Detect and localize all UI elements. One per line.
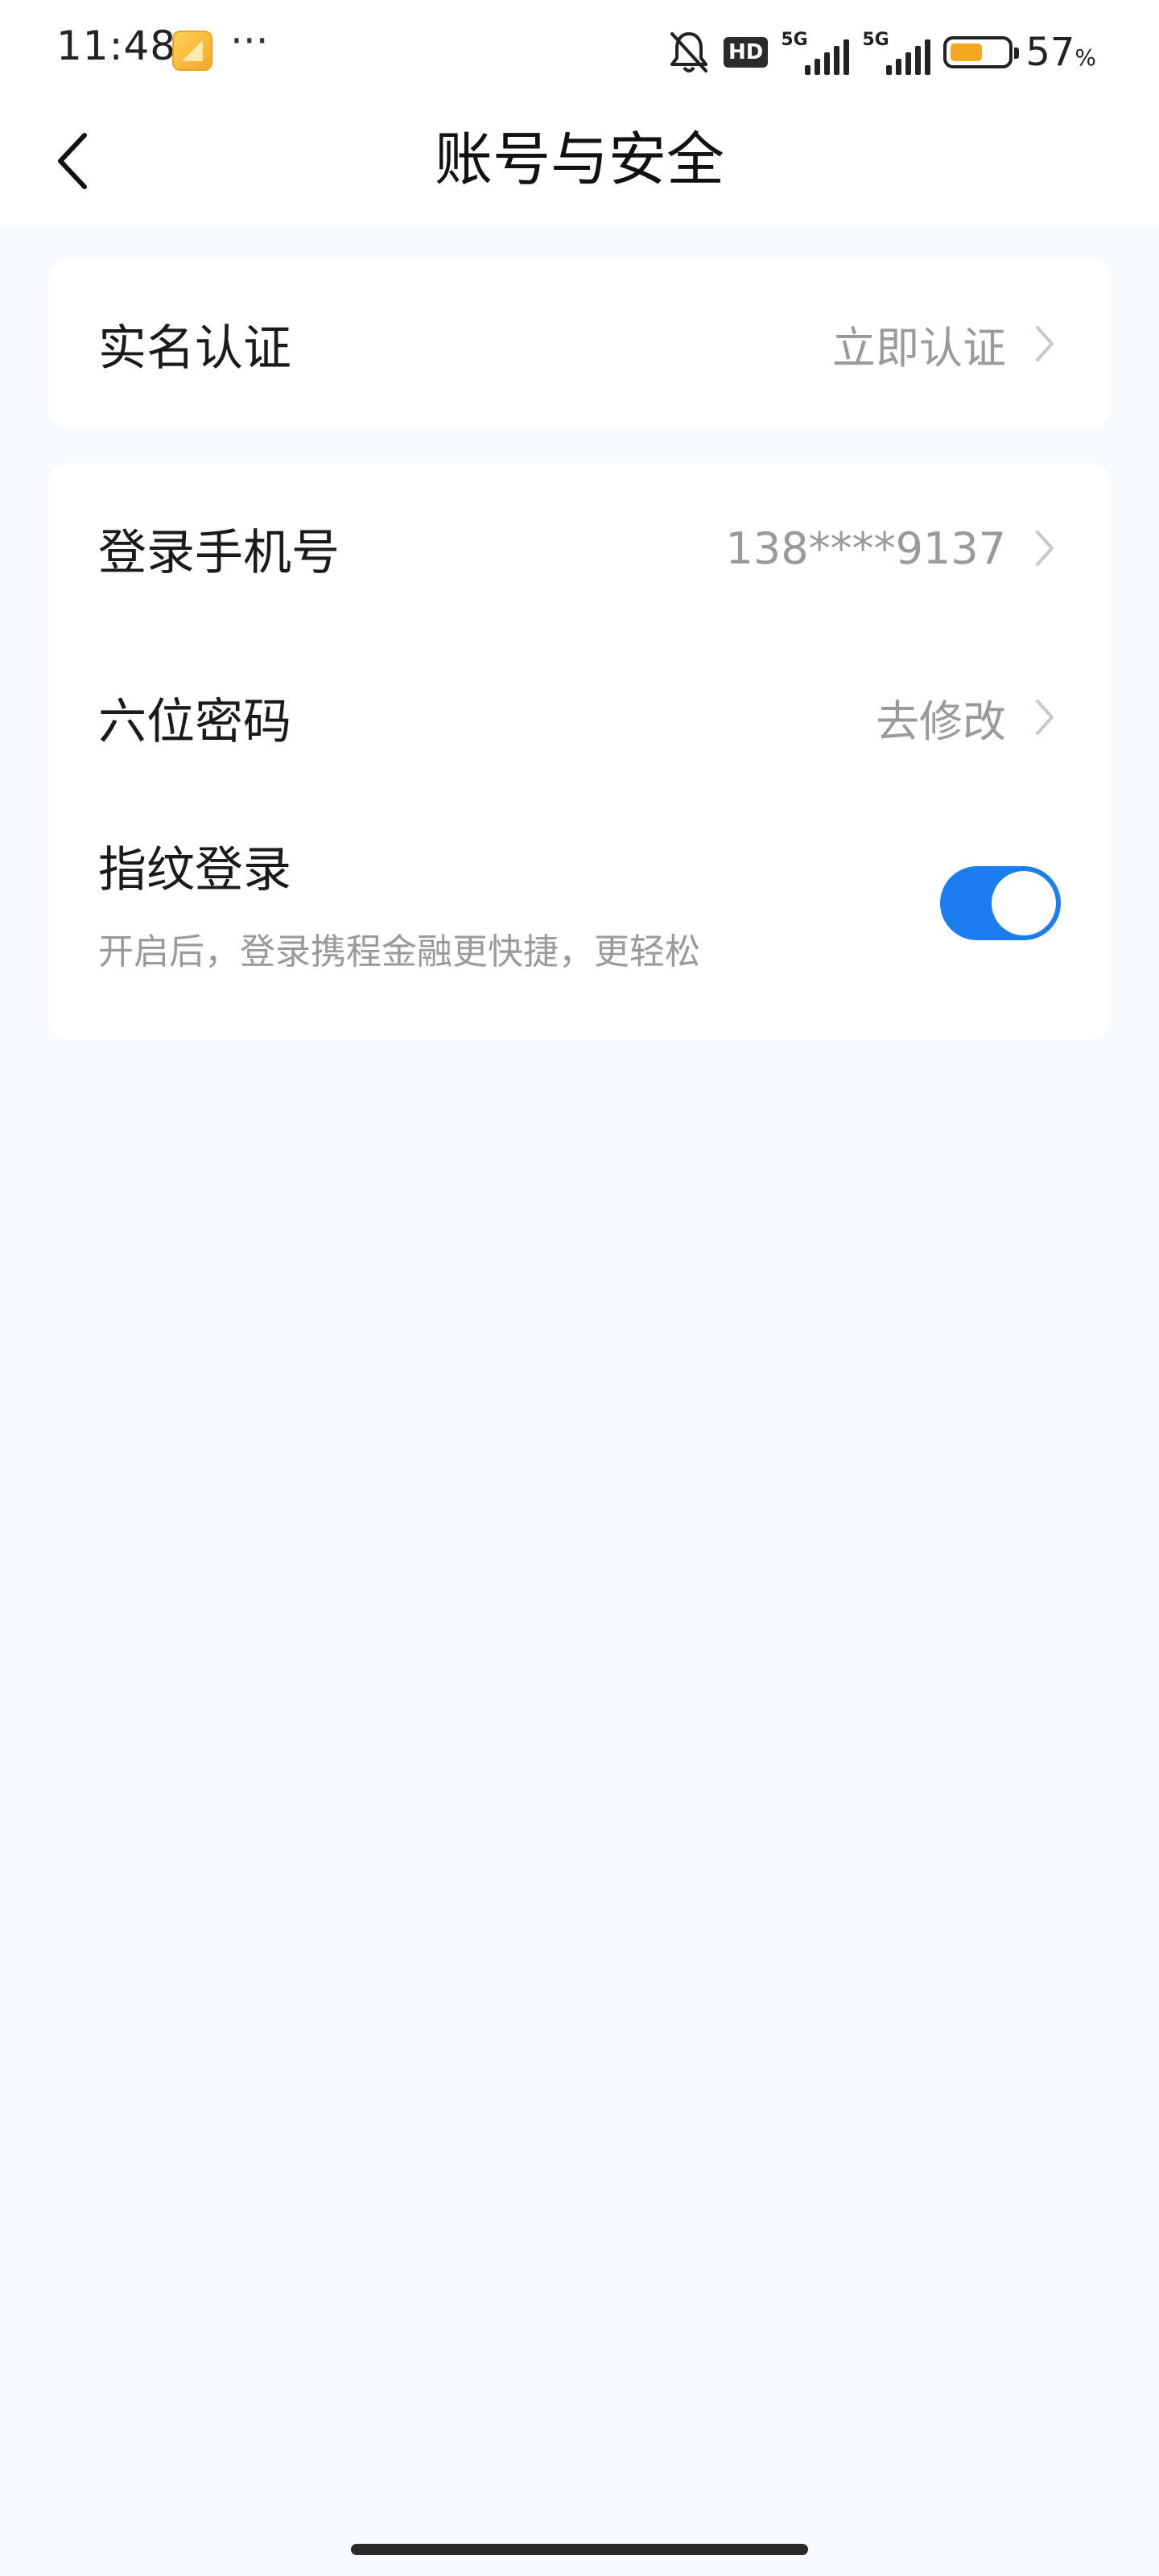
login-settings-card: 登录手机号 138****9137 六位密码 去修改 指纹登录 开启后，登录携程… <box>48 464 1111 1040</box>
battery-percent: 57% <box>1025 30 1096 75</box>
login-phone-label: 登录手机号 <box>98 524 340 581</box>
network-type-label: 5G <box>781 30 808 50</box>
login-phone-value: 138****9137 <box>725 522 1007 574</box>
real-name-value: 立即认证 <box>832 322 1006 374</box>
login-phone-row[interactable]: 登录手机号 138****9137 <box>48 464 1111 633</box>
hd-icon: HD <box>723 37 769 68</box>
real-name-verification-row[interactable]: 实名认证 立即认证 <box>48 259 1111 428</box>
verification-card: 实名认证 立即认证 <box>48 259 1111 428</box>
chevron-right-icon <box>1029 693 1061 741</box>
fingerprint-description: 开启后，登录携程金融更快捷，更轻松 <box>98 931 700 972</box>
battery-icon <box>943 36 1020 68</box>
status-icons: HD 5G 5G 57% <box>667 24 1096 80</box>
signal-bars <box>805 38 850 75</box>
signal-bars <box>886 38 931 75</box>
app-notification-icon <box>172 31 212 71</box>
status-time: 11:48 <box>56 23 177 69</box>
password-value: 去修改 <box>876 696 1006 747</box>
signal-icon: 5G <box>781 30 850 75</box>
chevron-right-icon <box>1029 320 1061 368</box>
signal-icon: 5G <box>862 30 931 75</box>
toggle-knob <box>992 871 1056 935</box>
status-more-indicator: ··· <box>230 18 269 64</box>
fingerprint-label: 指纹登录 <box>98 842 291 898</box>
battery-level-fill <box>951 43 983 61</box>
home-indicator[interactable] <box>351 2544 808 2555</box>
real-name-label: 实名认证 <box>98 320 291 377</box>
page-title: 账号与安全 <box>434 126 724 193</box>
network-type-label: 5G <box>862 30 889 50</box>
nav-bar: 账号与安全 <box>0 105 1159 225</box>
status-bar: 11:48 ··· HD 5G 5G 57% <box>0 0 1159 105</box>
six-digit-password-row[interactable]: 六位密码 去修改 <box>48 633 1111 802</box>
chevron-right-icon <box>1029 524 1061 572</box>
password-label: 六位密码 <box>98 693 291 750</box>
fingerprint-login-row: 指纹登录 开启后，登录携程金融更快捷，更轻松 <box>48 802 1111 1011</box>
fingerprint-toggle[interactable] <box>940 866 1061 940</box>
bell-off-icon <box>667 29 711 76</box>
